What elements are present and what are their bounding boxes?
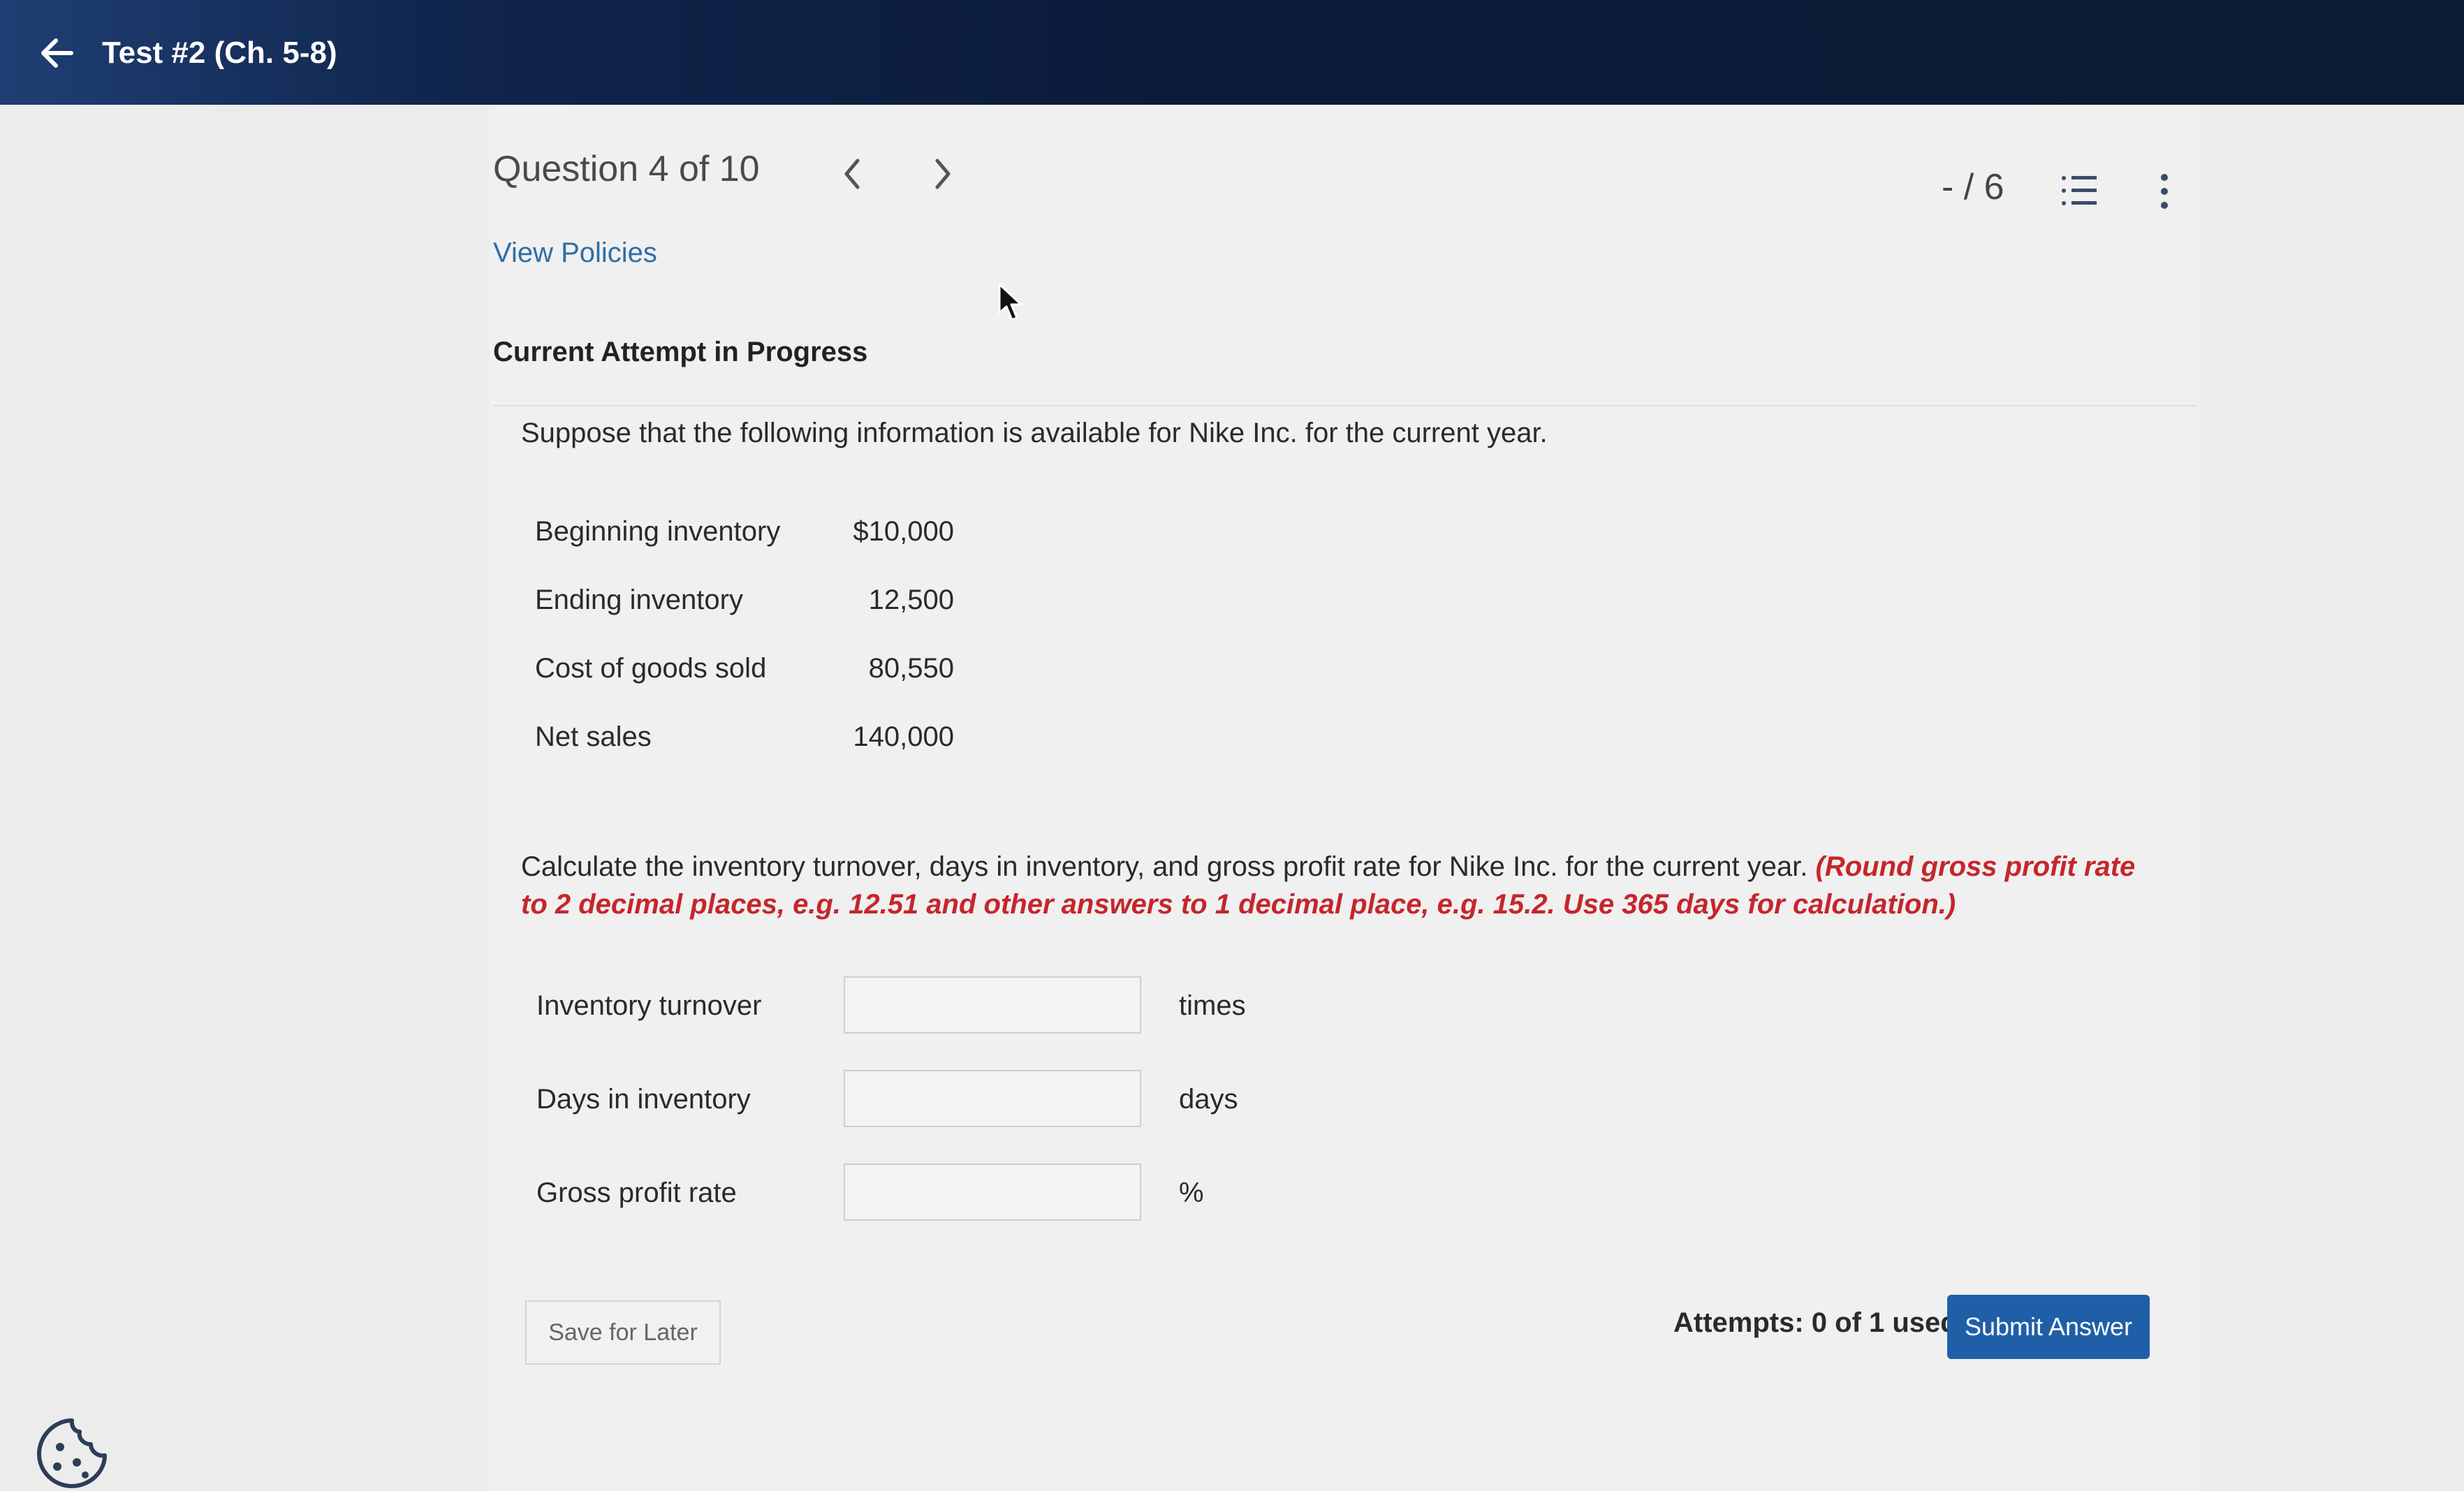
answer-label: Days in inventory [536, 1084, 751, 1115]
answer-row-inventory-turnover: Inventory turnover times [536, 976, 1305, 1039]
question-header: Question 4 of 10 [493, 149, 760, 189]
data-label: Net sales [535, 721, 652, 752]
data-value: 80,550 [868, 652, 954, 684]
submit-answer-button[interactable]: Submit Answer [1947, 1295, 2150, 1359]
given-data-table: Beginning inventory $10,000 Ending inven… [535, 497, 954, 771]
data-label: Beginning inventory [535, 515, 781, 547]
inventory-turnover-input[interactable] [844, 976, 1141, 1034]
back-arrow-icon[interactable] [36, 32, 78, 74]
answer-unit: % [1179, 1177, 1204, 1208]
answer-row-days-in-inventory: Days in inventory days [536, 1070, 1305, 1133]
page-background [0, 105, 2464, 1491]
chevron-right-icon[interactable] [929, 155, 957, 193]
question-panel [489, 105, 2200, 1491]
question-instructions: Calculate the inventory turnover, days i… [521, 848, 2155, 923]
section-divider [493, 405, 2197, 406]
question-intro: Suppose that the following information i… [521, 418, 1548, 448]
answer-label: Inventory turnover [536, 990, 762, 1021]
chevron-left-icon[interactable] [838, 155, 866, 193]
answer-label: Gross profit rate [536, 1177, 737, 1208]
view-policies-link[interactable]: View Policies [493, 237, 657, 269]
test-title: Test #2 (Ch. 5-8) [102, 36, 337, 70]
table-row: Cost of goods sold 80,550 [535, 634, 954, 703]
table-row: Ending inventory 12,500 [535, 566, 954, 634]
list-icon[interactable] [2060, 173, 2098, 208]
top-bar: Test #2 (Ch. 5-8) [0, 0, 2464, 112]
answer-unit: times [1179, 990, 1246, 1021]
answer-row-gross-profit-rate: Gross profit rate % [536, 1163, 1305, 1226]
data-value: 12,500 [868, 584, 954, 615]
gross-profit-rate-input[interactable] [844, 1163, 1141, 1221]
attempts-counter: Attempts: 0 of 1 used [1673, 1307, 1958, 1338]
attempt-status-heading: Current Attempt in Progress [493, 337, 868, 367]
question-score: - / 6 [1942, 167, 2004, 207]
table-row: Net sales 140,000 [535, 703, 954, 771]
cookie-icon[interactable] [34, 1416, 110, 1491]
more-vertical-icon[interactable] [2155, 172, 2173, 211]
data-label: Ending inventory [535, 584, 743, 615]
data-value: 140,000 [853, 721, 954, 752]
days-in-inventory-input[interactable] [844, 1070, 1141, 1127]
data-label: Cost of goods sold [535, 652, 767, 684]
table-row: Beginning inventory $10,000 [535, 497, 954, 566]
mouse-cursor-icon [998, 283, 1022, 321]
answer-unit: days [1179, 1084, 1238, 1115]
data-value: $10,000 [853, 515, 954, 547]
instructions-text: Calculate the inventory turnover, days i… [521, 851, 1808, 882]
save-for-later-button[interactable]: Save for Later [525, 1300, 721, 1365]
